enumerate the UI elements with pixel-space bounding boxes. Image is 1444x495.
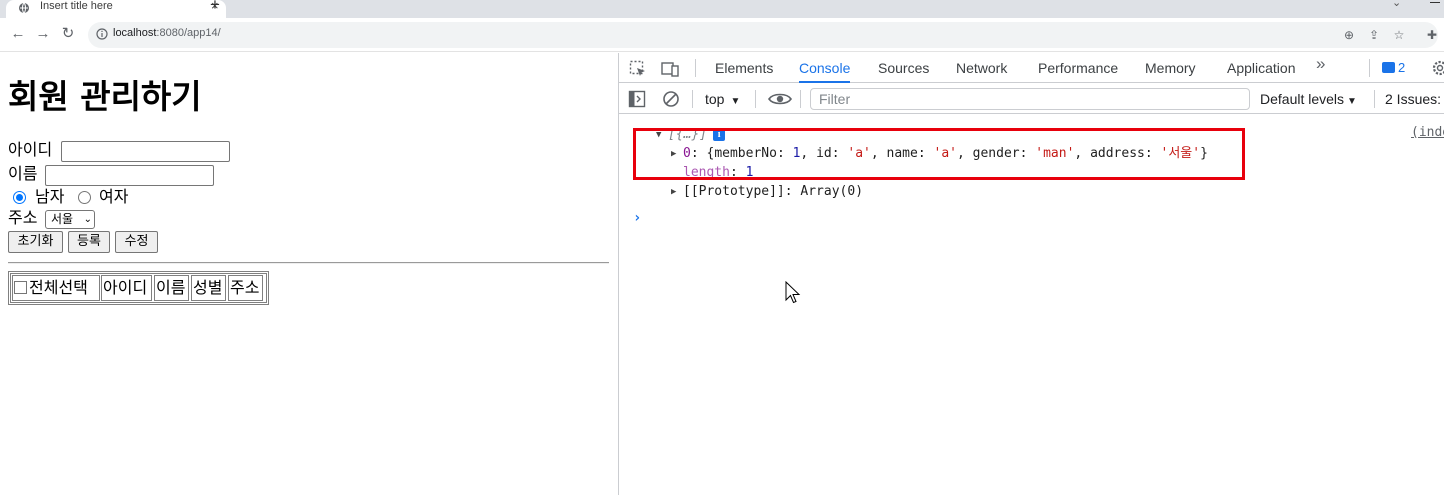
toolbar-separator	[1374, 90, 1375, 108]
address-select[interactable]: 서울 ⌄	[45, 210, 95, 229]
minimize-icon[interactable]	[1430, 2, 1440, 3]
tab-sources[interactable]: Sources	[878, 53, 929, 83]
toolbar-separator	[695, 59, 696, 77]
gender-male-radio[interactable]	[13, 191, 26, 204]
table-header-id: 아이디	[101, 275, 152, 301]
eye-icon[interactable]	[768, 90, 792, 108]
log-levels-label: Default levels	[1260, 91, 1345, 107]
toolbar-separator	[1369, 59, 1370, 77]
share-icon[interactable]: ⇪	[1366, 27, 1382, 43]
url-text: localhost:8080/app14/	[113, 27, 221, 39]
console-toolbar: top ▼ Filter Default levels ▼ 2 Issues:	[619, 84, 1444, 114]
filter-input[interactable]: Filter	[810, 88, 1250, 110]
gear-icon[interactable]	[1431, 59, 1444, 77]
select-all-label: 전체선택	[29, 278, 88, 297]
devtools-tab-bar: Elements Console Sources Network Perform…	[619, 53, 1444, 83]
zoom-icon[interactable]: ⊕	[1341, 27, 1357, 43]
site-info-icon[interactable]	[96, 28, 108, 40]
gender-female-radio[interactable]	[78, 191, 91, 204]
reload-icon[interactable]: ↻	[58, 24, 78, 44]
member-table-header-row: 전체선택 아이디 이름 성별 주소	[10, 273, 267, 303]
tab-elements[interactable]: Elements	[715, 53, 773, 83]
log-entry-prototype[interactable]: ▶ [[Prototype]]: Array(0)	[671, 182, 863, 202]
context-value: top	[705, 91, 725, 107]
toolbar-separator	[692, 90, 693, 108]
address-bar[interactable]: localhost:8080/app14/ ⊕ ⇪ ☆ ✚	[88, 22, 1438, 48]
tab-title: Insert title here	[40, 0, 113, 12]
extensions-icon[interactable]: ✚	[1424, 27, 1440, 43]
id-input[interactable]	[61, 141, 230, 162]
browser-tab-strip: Insert title here × + ⌄	[0, 0, 1444, 18]
prototype-value: Array(0)	[800, 184, 864, 199]
source-link[interactable]: (inde	[1411, 125, 1444, 140]
table-header-gender: 성별	[191, 275, 226, 301]
expand-triangle-icon[interactable]: ▶	[671, 183, 683, 202]
forward-icon[interactable]: →	[33, 24, 53, 44]
horizontal-rule	[8, 262, 609, 264]
member-table: 전체선택 아이디 이름 성별 주소	[8, 271, 269, 305]
browser-tab[interactable]: Insert title here ×	[6, 0, 226, 18]
tab-performance[interactable]: Performance	[1038, 53, 1118, 83]
id-label: 아이디	[8, 140, 53, 159]
inspect-element-icon[interactable]	[629, 60, 647, 78]
tab-network[interactable]: Network	[956, 53, 1007, 83]
address-label: 주소	[8, 208, 38, 227]
tab-console[interactable]: Console	[799, 53, 851, 83]
table-header-select-all[interactable]: 전체선택	[12, 275, 100, 301]
page-content: 회원 관리하기 아이디 이름 남자 여자 주소 서울 ⌄ 초기화 등록 수정 전…	[0, 53, 618, 495]
tab-application[interactable]: Application	[1227, 53, 1296, 83]
message-count: 2	[1398, 60, 1406, 75]
toolbar-separator	[755, 90, 756, 108]
message-icon	[1382, 62, 1395, 73]
back-icon[interactable]: ←	[8, 24, 28, 44]
clear-console-icon[interactable]	[662, 90, 680, 108]
url-host: localhost	[113, 27, 157, 39]
sidebar-toggle-icon[interactable]	[628, 90, 646, 108]
toolbar-separator	[800, 90, 801, 108]
register-button[interactable]: 등록	[68, 231, 110, 253]
address-selected-value: 서울	[51, 212, 74, 226]
gender-male-label: 남자	[35, 187, 65, 206]
edit-button[interactable]: 수정	[115, 231, 158, 253]
prototype-key: [[Prototype]]	[683, 184, 785, 199]
log-levels-dropdown[interactable]: Default levels ▼	[1260, 91, 1357, 107]
mouse-cursor-icon	[785, 281, 801, 304]
chevron-down-icon: ⌄	[83, 214, 92, 225]
dropdown-arrow-icon: ▼	[1347, 96, 1357, 107]
name-label: 이름	[8, 164, 38, 183]
globe-icon	[19, 2, 29, 14]
table-header-address: 주소	[228, 275, 263, 301]
console-prompt-icon[interactable]: ›	[633, 210, 641, 226]
issues-counter[interactable]: 2 Issues:	[1385, 91, 1441, 107]
highlight-box	[633, 128, 1245, 180]
tab-search-chevron-icon[interactable]: ⌄	[1392, 0, 1401, 9]
reset-button[interactable]: 초기화	[8, 231, 63, 253]
bookmark-star-icon[interactable]: ☆	[1391, 27, 1407, 43]
context-selector[interactable]: top ▼	[705, 91, 740, 107]
console-output: ▼[{…}]i (inde ▶0: {memberNo: 1, id: 'a',…	[619, 115, 1444, 495]
tab-memory[interactable]: Memory	[1145, 53, 1196, 83]
messages-counter[interactable]: 2	[1382, 60, 1405, 78]
more-tabs-icon[interactable]: »	[1316, 54, 1326, 74]
browser-toolbar: ← → ↻ localhost:8080/app14/ ⊕ ⇪ ☆ ✚	[0, 18, 1444, 52]
devtools-panel: Elements Console Sources Network Perform…	[618, 53, 1444, 495]
page-title: 회원 관리하기	[8, 77, 202, 116]
device-toolbar-icon[interactable]	[661, 60, 679, 78]
select-all-checkbox[interactable]	[14, 281, 27, 294]
name-input[interactable]	[45, 165, 214, 186]
gender-female-label: 여자	[99, 187, 129, 206]
url-path: :8080/app14/	[156, 27, 221, 39]
table-header-name: 이름	[154, 275, 189, 301]
dropdown-arrow-icon: ▼	[730, 96, 741, 107]
new-tab-button[interactable]: +	[208, 0, 222, 15]
